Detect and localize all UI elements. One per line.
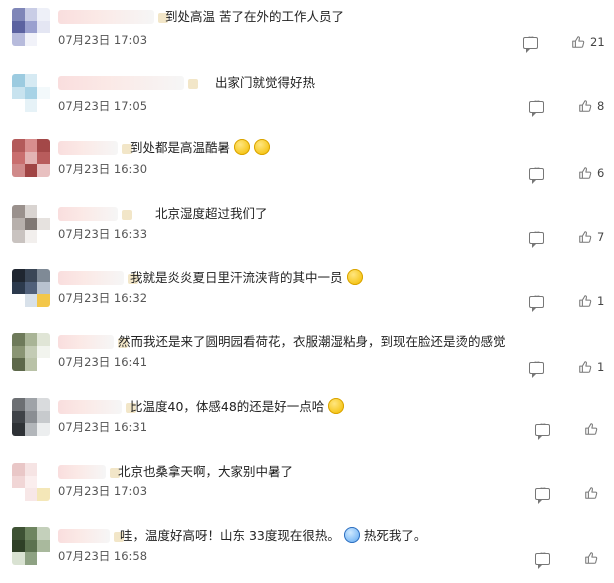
comment-text: 出家门就觉得好热 <box>215 73 315 93</box>
comment-text: 然而我还是来了圆明园看荷花，衣服潮湿粘身，到现在脸还是烫的感觉 <box>118 332 506 352</box>
avatar[interactable] <box>12 463 50 501</box>
username-blurred[interactable] <box>58 271 138 285</box>
comment-timestamp: 07月23日 17:05 <box>58 99 148 113</box>
comment-text-body: 我就是炎炎夏日里汗流浃背的其中一员 <box>130 270 343 285</box>
reply-icon[interactable] <box>535 549 550 569</box>
comment-text-body: 到处都是高温酷暑 <box>130 140 231 155</box>
username-blurred[interactable] <box>58 207 132 221</box>
reply-icon[interactable] <box>529 228 544 248</box>
like-count: 8 <box>597 99 605 113</box>
username-blurred[interactable] <box>58 10 168 24</box>
avatar[interactable] <box>12 74 50 112</box>
comment-item: 北京也桑拿天啊，大家别中暑了 07月23日 17:03 <box>0 455 614 519</box>
like-icon[interactable] <box>578 99 592 113</box>
username-blurred[interactable] <box>58 141 132 155</box>
like-icon[interactable] <box>584 486 598 500</box>
comment-text: 北京湿度超过我们了 <box>155 204 268 224</box>
avatar[interactable] <box>12 527 50 565</box>
username-blurred[interactable] <box>58 529 124 543</box>
like-count: 7 <box>597 230 605 244</box>
like-icon[interactable] <box>584 422 598 436</box>
emoji-smile-icon <box>346 269 363 285</box>
username-blurred[interactable] <box>58 335 128 349</box>
like-count: 21 <box>590 35 605 49</box>
comment-text-body: 北京也桑拿天啊，大家别中暑了 <box>118 464 294 479</box>
emoji-smile-icon <box>254 139 271 155</box>
like-count: 1 <box>597 294 605 308</box>
comment-item: 比温度40，体感48的还是好一点哈 07月23日 16:31 <box>0 390 614 454</box>
like-count: 6 <box>597 166 605 180</box>
avatar[interactable] <box>12 139 50 177</box>
reply-icon[interactable] <box>529 358 544 378</box>
comment-text-body: 比温度40，体感48的还是好一点哈 <box>130 399 325 414</box>
avatar[interactable] <box>12 333 50 371</box>
like-icon[interactable] <box>584 551 598 565</box>
avatar[interactable] <box>12 205 50 243</box>
reply-icon[interactable] <box>529 164 544 184</box>
comment-text: 比温度40，体感48的还是好一点哈 <box>130 397 345 417</box>
username-blurred[interactable] <box>58 400 136 414</box>
username-blurred[interactable] <box>58 465 120 479</box>
comment-timestamp: 07月23日 16:41 <box>58 355 148 369</box>
comment-text-body: 到处高温 苦了在外的工作人员了 <box>165 9 344 24</box>
comment-item: 哇，温度好高呀！山东 33度现在很热。 热死我了。 07月23日 16:58 <box>0 519 614 583</box>
comment-text-body: 出家门就觉得好热 <box>215 75 316 90</box>
comment-text-tail: 热死我了。 <box>363 528 427 543</box>
username-blurred[interactable] <box>58 76 198 90</box>
like-icon[interactable] <box>578 166 592 180</box>
like-icon[interactable] <box>578 360 592 374</box>
comment-text: 哇，温度好高呀！山东 33度现在很热。 热死我了。 <box>120 526 426 546</box>
emoji-dizzy-icon <box>343 527 360 543</box>
comment-item: 出家门就觉得好热 07月23日 17:05 8 <box>0 66 614 130</box>
comment-timestamp: 07月23日 16:30 <box>58 162 148 176</box>
comment-list: 到处高温 苦了在外的工作人员了 07月23日 17:03 21 出家门就觉得好热 07月… <box>0 0 614 583</box>
comment-item: 我就是炎炎夏日里汗流浃背的其中一员 07月23日 16:32 1 <box>0 261 614 325</box>
comment-timestamp: 07月23日 16:33 <box>58 227 148 241</box>
comment-text-body: 哇，温度好高呀！山东 33度现在很热。 <box>120 528 340 543</box>
like-icon[interactable] <box>578 230 592 244</box>
comment-item: 然而我还是来了圆明园看荷花，衣服潮湿粘身，到现在脸还是烫的感觉 07月23日 16… <box>0 325 614 389</box>
avatar[interactable] <box>12 398 50 436</box>
comment-timestamp: 07月23日 16:32 <box>58 291 148 305</box>
comment-timestamp: 07月23日 17:03 <box>58 484 148 498</box>
like-count: 1 <box>597 360 605 374</box>
comment-text: 我就是炎炎夏日里汗流浃背的其中一员 <box>130 268 363 288</box>
reply-icon[interactable] <box>535 484 550 504</box>
reply-icon[interactable] <box>535 420 550 440</box>
comment-timestamp: 07月23日 16:58 <box>58 549 148 563</box>
like-icon[interactable] <box>578 294 592 308</box>
comment-text: 到处高温 苦了在外的工作人员了 <box>165 7 344 27</box>
comment-item: 到处高温 苦了在外的工作人员了 07月23日 17:03 21 <box>0 0 614 64</box>
avatar[interactable] <box>12 8 50 46</box>
comment-text: 北京也桑拿天啊，大家别中暑了 <box>118 462 293 482</box>
emoji-laugh-icon <box>328 398 345 414</box>
avatar[interactable] <box>12 269 50 307</box>
reply-icon[interactable] <box>529 292 544 312</box>
comment-timestamp: 07月23日 17:03 <box>58 33 148 47</box>
emoji-smile-icon <box>234 139 251 155</box>
comment-text: 到处都是高温酷暑 <box>130 138 271 158</box>
reply-icon[interactable] <box>529 97 544 117</box>
comment-item: 北京湿度超过我们了 07月23日 16:33 7 <box>0 197 614 261</box>
comment-text-body: 北京湿度超过我们了 <box>155 206 268 221</box>
reply-icon[interactable] <box>523 33 538 53</box>
like-icon[interactable] <box>571 35 585 49</box>
comment-text-body: 然而我还是来了圆明园看荷花，衣服潮湿粘身，到现在脸还是烫的感觉 <box>118 334 506 349</box>
comment-item: 到处都是高温酷暑 07月23日 16:30 6 <box>0 131 614 195</box>
comment-timestamp: 07月23日 16:31 <box>58 420 148 434</box>
